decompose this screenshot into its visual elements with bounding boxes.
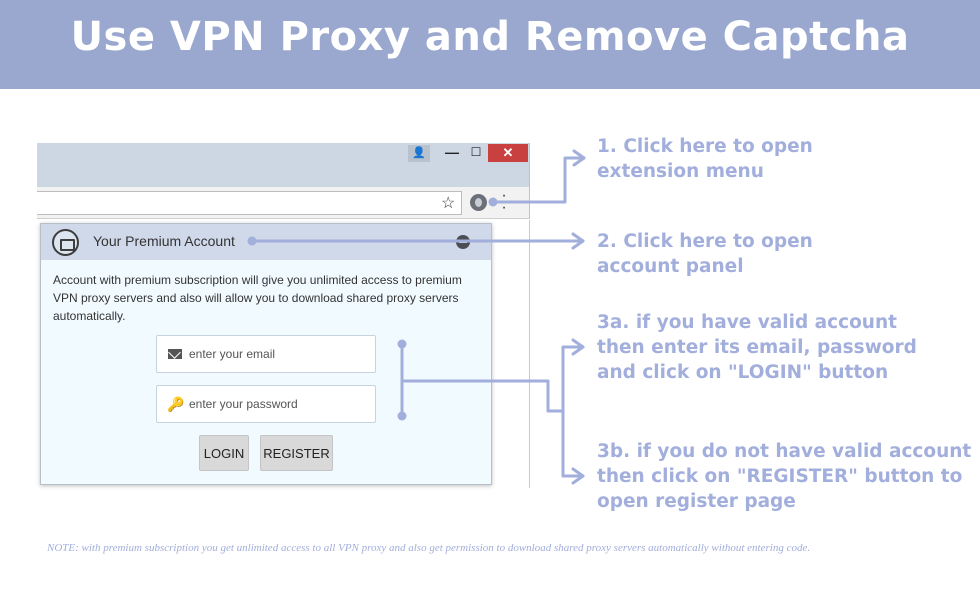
user-profile-icon[interactable]: 👤 bbox=[408, 145, 430, 162]
menu-icon[interactable]: · · · bbox=[501, 188, 507, 216]
password-input[interactable] bbox=[189, 395, 369, 413]
panel-description: Account with premium subscription will g… bbox=[53, 273, 462, 323]
maximize-button[interactable]: ☐ bbox=[464, 143, 488, 162]
email-field[interactable] bbox=[156, 335, 376, 373]
password-field[interactable]: 🔑 bbox=[156, 385, 376, 423]
footnote: NOTE: with premium subscription you get … bbox=[47, 542, 811, 554]
annotation-step3a: 3a. if you have valid account then enter… bbox=[597, 312, 917, 383]
arrowhead-step3a bbox=[571, 338, 585, 356]
register-button[interactable]: REGISTER bbox=[260, 435, 333, 471]
key-icon: 🔑 bbox=[167, 396, 185, 412]
annotation-step3b: 3b. if you do not have valid account the… bbox=[597, 441, 972, 512]
browser-window: 👤 — ☐ ✕ ☆ · · · Your Premium Account Accou… bbox=[37, 143, 530, 488]
connector-step3b bbox=[561, 409, 585, 478]
title-bar: 👤 — ☐ ✕ bbox=[37, 143, 530, 187]
connector-step3a bbox=[561, 345, 585, 413]
envelope-icon bbox=[168, 349, 182, 359]
email-input[interactable] bbox=[189, 345, 369, 363]
address-bar[interactable]: ☆ bbox=[37, 191, 462, 215]
banner: Use VPN Proxy and Remove Captcha bbox=[0, 0, 980, 89]
account-panel: Your Premium Account Account with premiu… bbox=[40, 223, 492, 485]
panel-header[interactable]: Your Premium Account bbox=[41, 224, 491, 260]
close-button[interactable]: ✕ bbox=[488, 144, 528, 162]
arrowhead-step3b bbox=[571, 467, 585, 485]
annotation-step2: 2. Click here to open account panel bbox=[597, 231, 813, 277]
login-button[interactable]: LOGIN bbox=[199, 435, 249, 471]
banner-title: Use VPN Proxy and Remove Captcha bbox=[70, 14, 910, 60]
account-icon bbox=[52, 229, 79, 256]
minimize-button[interactable]: — bbox=[440, 143, 464, 162]
arrowhead-step2 bbox=[571, 232, 585, 250]
browser-toolbar: ☆ · · · bbox=[37, 187, 530, 219]
collapse-icon[interactable] bbox=[456, 235, 470, 249]
annotation-step1: 1. Click here to open extension menu bbox=[597, 136, 813, 182]
star-icon[interactable]: ☆ bbox=[441, 193, 455, 213]
panel-title: Your Premium Account bbox=[93, 233, 235, 249]
page-content bbox=[491, 220, 530, 488]
extension-icon[interactable] bbox=[470, 194, 487, 211]
arrowhead-step1 bbox=[572, 149, 586, 167]
